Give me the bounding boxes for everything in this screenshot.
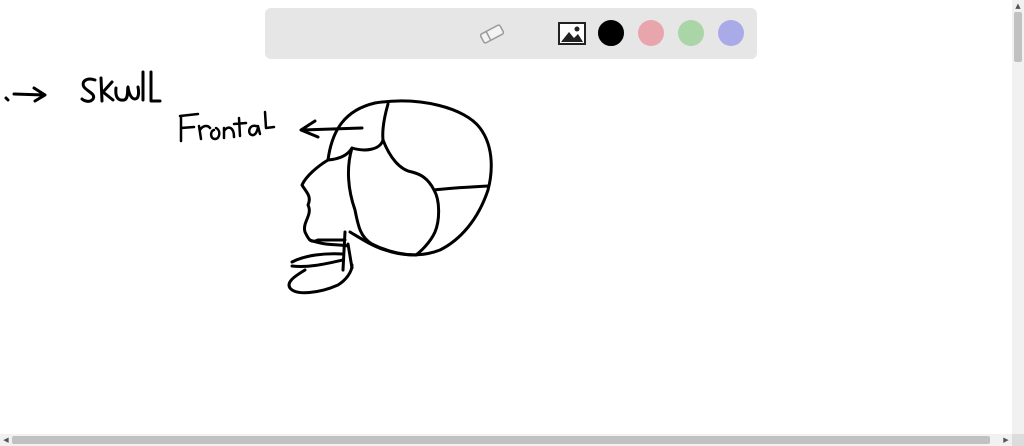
drawing-canvas[interactable] bbox=[0, 0, 1012, 434]
horizontal-scroll-thumb[interactable] bbox=[12, 436, 990, 444]
vertical-scrollbar[interactable]: ▲ bbox=[1012, 0, 1024, 434]
arrow-to-frontal bbox=[299, 119, 364, 139]
vertical-scroll-thumb[interactable] bbox=[1014, 12, 1022, 62]
scrollbar-corner bbox=[1012, 434, 1024, 446]
handwriting-frontal bbox=[178, 110, 276, 143]
handwriting-skull bbox=[4, 70, 162, 103]
scroll-left-icon[interactable]: ◀ bbox=[0, 434, 12, 446]
horizontal-scrollbar[interactable]: ◀ ▶ bbox=[0, 434, 1012, 446]
scroll-up-icon[interactable]: ▲ bbox=[1012, 0, 1024, 12]
scroll-right-icon[interactable]: ▶ bbox=[1000, 434, 1012, 446]
